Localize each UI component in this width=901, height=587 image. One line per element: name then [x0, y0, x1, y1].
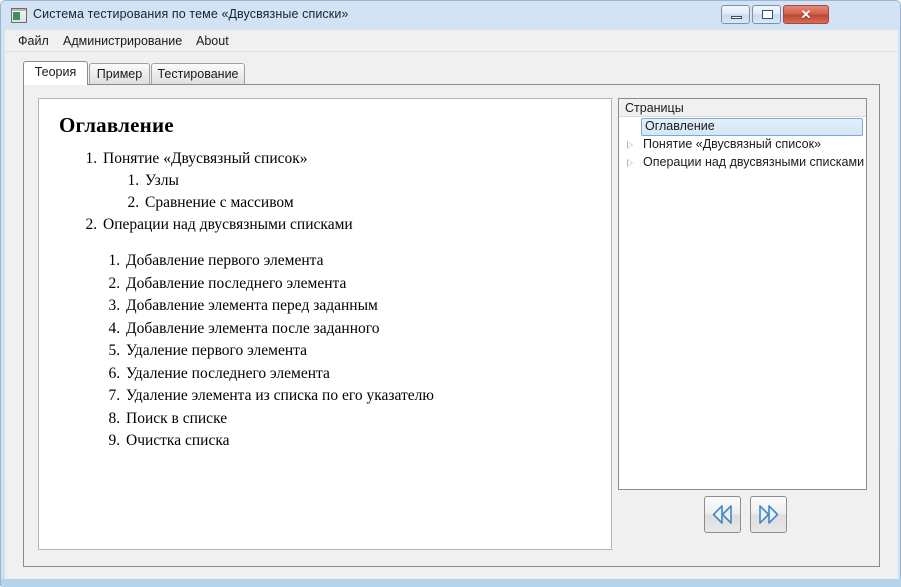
- list-item: Узлы: [143, 170, 611, 192]
- list-item: Поиск в списке: [124, 408, 611, 431]
- menu-item-about[interactable]: About: [191, 33, 234, 49]
- close-button[interactable]: ✕: [783, 5, 829, 24]
- outline-sublist: Узлы Сравнение с массивом: [101, 170, 611, 214]
- double-chevron-left-icon: [712, 505, 732, 524]
- list-item: Удаление последнего элемента: [124, 363, 611, 386]
- title-bar[interactable]: Система тестирования по теме «Двусвязные…: [5, 1, 898, 30]
- next-page-button[interactable]: [750, 496, 787, 533]
- tree-item-label: Операции над двусвязными списками: [643, 155, 865, 169]
- menu-bar: Файл Администрирование About: [5, 30, 898, 51]
- pages-tree-list: Оглавление Понятие «Двусвязный список» О…: [619, 118, 866, 172]
- window-inner: Система тестирования по теме «Двусвязные…: [5, 1, 898, 580]
- list-item: Добавление последнего элемента: [124, 273, 611, 296]
- app-window-icon: [11, 8, 27, 23]
- outline-list: Понятие «Двусвязный список» Узлы Сравнен…: [59, 148, 611, 236]
- list-item: Удаление элемента из списка по его указа…: [124, 385, 611, 408]
- previous-page-button[interactable]: [704, 496, 741, 533]
- application-window: Система тестирования по теме «Двусвязные…: [0, 0, 901, 587]
- minimize-button[interactable]: [721, 5, 750, 24]
- pages-tree-header: Страницы: [619, 99, 866, 117]
- list-item: Операции над двусвязными списками: [101, 214, 611, 236]
- tree-item-concept[interactable]: Понятие «Двусвязный список»: [619, 136, 866, 154]
- window-title: Система тестирования по теме «Двусвязные…: [33, 7, 349, 21]
- page-title: Оглавление: [59, 113, 174, 137]
- tab-testing[interactable]: Тестирование: [151, 63, 245, 85]
- tree-item-label: Оглавление: [645, 119, 715, 133]
- close-icon: ✕: [800, 7, 812, 22]
- list-item: Очистка списка: [124, 430, 611, 453]
- double-chevron-right-icon: [759, 505, 779, 524]
- chevron-right-icon[interactable]: [627, 140, 633, 149]
- theory-document: Оглавление Понятие «Двусвязный список» У…: [39, 99, 611, 453]
- tab-panel: Оглавление Понятие «Двусвязный список» У…: [23, 84, 880, 567]
- list-item: Понятие «Двусвязный список»: [101, 148, 611, 170]
- tree-item-label: Понятие «Двусвязный список»: [643, 137, 821, 151]
- tree-item-operations[interactable]: Операции над двусвязными списками: [619, 154, 866, 172]
- tab-example[interactable]: Пример: [89, 63, 150, 85]
- theory-content-pane[interactable]: Оглавление Понятие «Двусвязный список» У…: [38, 98, 612, 550]
- list-item: Добавление элемента перед заданным: [124, 295, 611, 318]
- tab-theory[interactable]: Теория: [23, 61, 88, 85]
- operations-list: Добавление первого элемента Добавление п…: [59, 250, 611, 453]
- chevron-right-icon[interactable]: [627, 158, 633, 167]
- tree-item-contents[interactable]: Оглавление: [641, 118, 863, 136]
- list-item: Сравнение с массивом: [143, 192, 611, 214]
- menu-item-file[interactable]: Файл: [13, 33, 54, 49]
- menu-item-administration[interactable]: Администрирование: [58, 33, 187, 49]
- list-item: Удаление первого элемента: [124, 340, 611, 363]
- pages-tree-panel[interactable]: Страницы Оглавление Понятие «Двусвязный …: [618, 98, 867, 490]
- list-item: Добавление элемента после заданного: [124, 318, 611, 341]
- maximize-button[interactable]: [752, 5, 781, 24]
- client-area: Теория Пример Тестирование Оглавление По…: [5, 51, 898, 580]
- list-item: Добавление первого элемента: [124, 250, 611, 273]
